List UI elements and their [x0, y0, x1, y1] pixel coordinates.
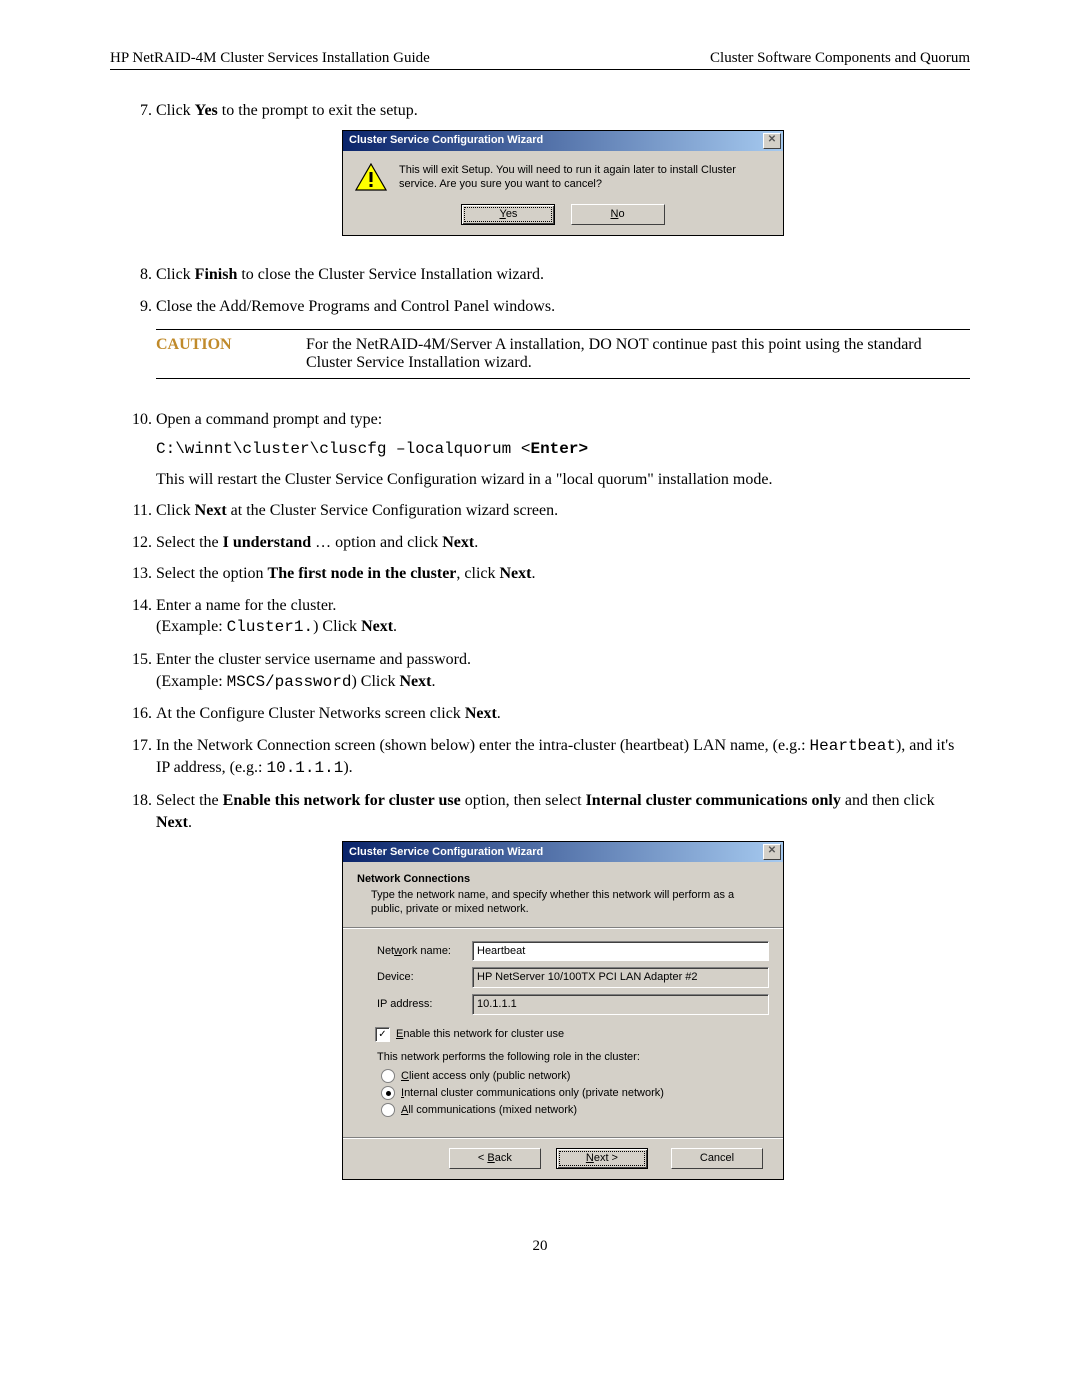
step-17: In the Network Connection screen (shown … [156, 735, 970, 780]
step-16: At the Configure Cluster Networks screen… [156, 703, 970, 725]
step-10-text: This will restart the Cluster Service Co… [156, 469, 970, 491]
radio-all-communications[interactable] [381, 1103, 395, 1117]
step-13: Select the option The first node in the … [156, 563, 970, 585]
step-11: Click Next at the Cluster Service Config… [156, 500, 970, 522]
warning-icon [355, 163, 387, 191]
dialog-buttons: Yes No [343, 200, 783, 235]
dialog-title: Cluster Service Configuration Wizard [349, 133, 543, 148]
radio-client-access[interactable] [381, 1069, 395, 1083]
caution-label: CAUTION [156, 336, 306, 372]
dialog-title: Cluster Service Configuration Wizard [349, 845, 543, 860]
network-name-input[interactable]: Heartbeat [472, 941, 769, 962]
label-ip-address: IP address: [377, 997, 472, 1012]
step-8: Click Finish to close the Cluster Servic… [156, 264, 970, 286]
instruction-list-cont: Open a command prompt and type: C:\winnt… [110, 409, 970, 1198]
page-header: HP NetRAID-4M Cluster Services Installat… [110, 50, 970, 70]
step-7: Click Yes to the prompt to exit the setu… [156, 100, 970, 254]
step-10: Open a command prompt and type: C:\winnt… [156, 409, 970, 490]
close-icon[interactable]: ✕ [763, 844, 781, 860]
dialog-titlebar: Cluster Service Configuration Wizard ✕ [343, 842, 783, 862]
enable-network-label: Enable this network for cluster use [396, 1027, 564, 1042]
step-12: Select the I understand … option and cli… [156, 532, 970, 554]
step-9: Close the Add/Remove Programs and Contro… [156, 296, 970, 318]
device-field: HP NetServer 10/100TX PCI LAN Adapter #2 [472, 967, 769, 988]
role-text: This network performs the following role… [377, 1050, 759, 1065]
close-icon[interactable]: ✕ [763, 133, 781, 149]
yes-button[interactable]: Yes [461, 204, 555, 225]
cancel-button[interactable]: Cancel [671, 1148, 763, 1169]
wizard-heading: Network Connections [357, 872, 769, 887]
radio-internal-only-label: Internal cluster communications only (pr… [401, 1086, 664, 1101]
ip-address-field: 10.1.1.1 [472, 994, 769, 1015]
label-network-name: Network name: [377, 944, 472, 959]
step-18: Select the Enable this network for clust… [156, 790, 970, 1198]
back-button[interactable]: < Back [449, 1148, 541, 1169]
enable-network-checkbox[interactable]: ✓ [375, 1027, 390, 1042]
confirm-dialog: Cluster Service Configuration Wizard ✕ T… [342, 130, 784, 237]
caution-box: CAUTION For the NetRAID-4M/Server A inst… [156, 329, 970, 379]
wizard-subtext: Type the network name, and specify wheth… [371, 889, 769, 917]
dialog-titlebar: Cluster Service Configuration Wizard ✕ [343, 131, 783, 151]
header-right: Cluster Software Components and Quorum [710, 50, 970, 67]
dialog-message: This will exit Setup. You will need to r… [399, 163, 771, 193]
radio-internal-only[interactable] [381, 1086, 395, 1100]
radio-all-communications-label: All communications (mixed network) [401, 1103, 577, 1118]
radio-client-access-label: Client access only (public network) [401, 1069, 570, 1084]
next-button[interactable]: Next > [556, 1148, 648, 1169]
wizard-dialog: Cluster Service Configuration Wizard ✕ N… [342, 841, 784, 1180]
command-line: C:\winnt\cluster\cluscfg –localquorum <E… [156, 439, 970, 461]
separator [343, 927, 783, 929]
no-button[interactable]: No [571, 204, 665, 225]
page-number: 20 [110, 1238, 970, 1255]
caution-text: For the NetRAID-4M/Server A installation… [306, 336, 970, 372]
wizard-button-row: < Back Next > Cancel [343, 1137, 783, 1179]
step-15: Enter the cluster service username and p… [156, 649, 970, 693]
header-left: HP NetRAID-4M Cluster Services Installat… [110, 50, 430, 67]
label-device: Device: [377, 970, 472, 985]
instruction-list: Click Yes to the prompt to exit the setu… [110, 100, 970, 317]
step-14: Enter a name for the cluster. (Example: … [156, 595, 970, 639]
